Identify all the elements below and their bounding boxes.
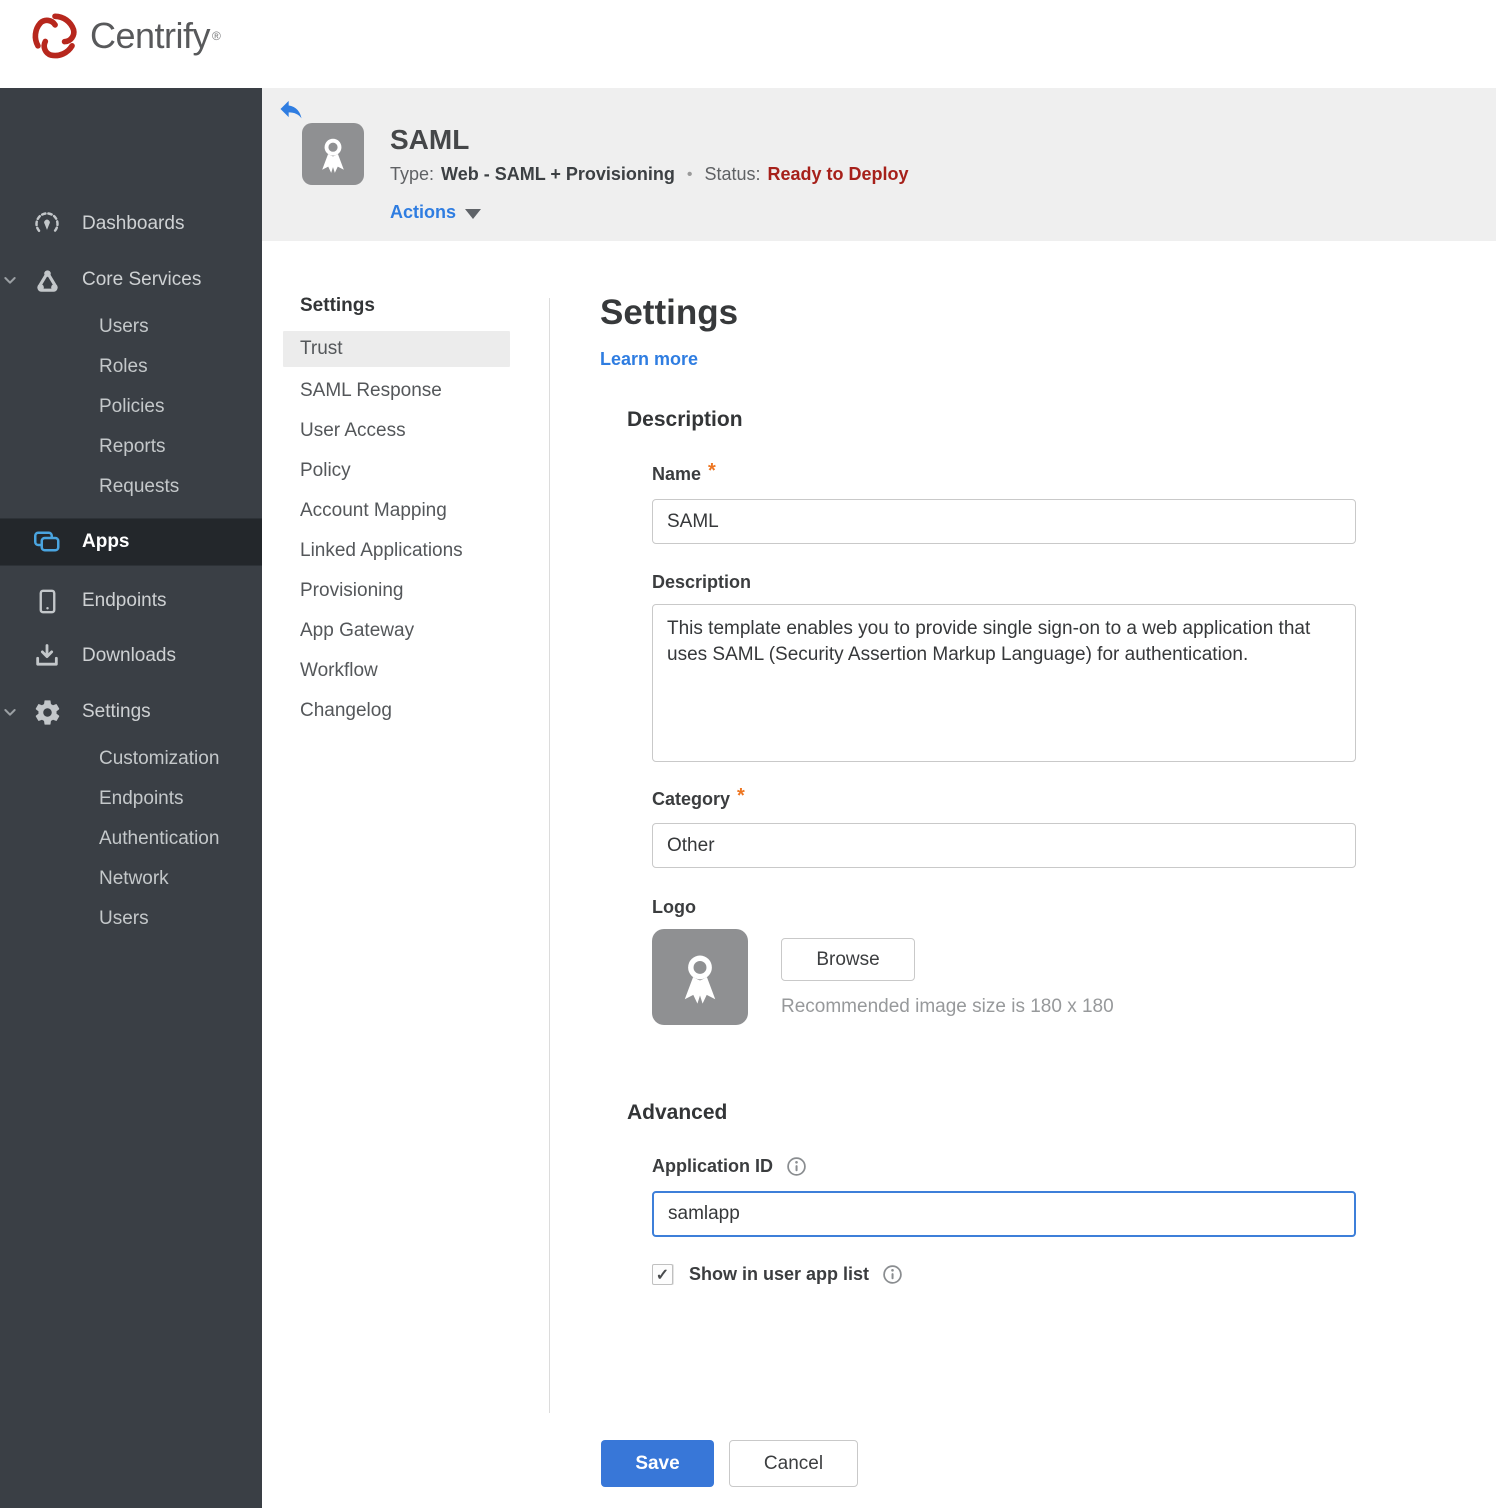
cancel-button[interactable]: Cancel [729, 1440, 858, 1487]
description-section-heading: Description [627, 408, 743, 431]
centrify-swirl-icon [32, 13, 77, 59]
sidebar-item-policies[interactable]: Policies [0, 387, 262, 427]
chevron-down-icon[interactable] [2, 272, 18, 288]
subnav-item-policy[interactable]: Policy [283, 451, 510, 491]
gauge-icon [31, 208, 63, 240]
apps-icon [31, 526, 63, 558]
sidebar: Dashboards Core Services Users Roles Pol… [0, 88, 262, 1508]
brand-trademark: ® [212, 29, 221, 43]
subnav-item-trust[interactable]: Trust [283, 331, 510, 367]
sidebar-item-customization[interactable]: Customization [0, 739, 262, 779]
required-marker: * [708, 460, 716, 482]
actions-label: Actions [390, 202, 457, 222]
sidebar-item-apps[interactable]: Apps [0, 518, 262, 566]
sidebar-item-settings[interactable]: Settings [0, 688, 262, 736]
download-icon [31, 640, 63, 672]
type-label: Type: [390, 164, 435, 184]
logo-size-hint: Recommended image size is 180 x 180 [781, 996, 1114, 1017]
show-in-user-app-list-checkbox[interactable]: ✓ [652, 1264, 673, 1285]
gear-icon [31, 696, 63, 728]
show-in-user-app-list-row: ✓ Show in user app list [652, 1264, 903, 1285]
core-services-icon [31, 264, 63, 296]
sidebar-item-users[interactable]: Users [0, 307, 262, 347]
subnav-item-workflow[interactable]: Workflow [283, 651, 510, 691]
required-marker: * [737, 785, 745, 807]
sidebar-item-dashboards[interactable]: Dashboards [0, 200, 262, 248]
ribbon-icon [322, 138, 344, 173]
info-icon[interactable] [786, 1156, 807, 1177]
name-field-label: Name * [652, 460, 716, 484]
status-value: Ready to Deploy [767, 164, 909, 184]
advanced-section-heading: Advanced [627, 1101, 728, 1124]
brand-logo: Centrify ® [28, 9, 221, 63]
subnav-item-provisioning[interactable]: Provisioning [283, 571, 510, 611]
app-meta: Type: Web - SAML + Provisioning • Status… [390, 164, 909, 185]
type-value: Web - SAML + Provisioning [441, 164, 675, 184]
brand-name: Centrify [90, 15, 211, 56]
app-title: SAML [390, 124, 470, 155]
sidebar-item-endpoints[interactable]: Endpoints [0, 577, 262, 625]
chevron-down-icon[interactable] [2, 704, 18, 720]
info-icon[interactable] [882, 1264, 903, 1285]
logo-field-label: Logo [652, 897, 696, 917]
device-icon [31, 585, 63, 617]
sidebar-item-network[interactable]: Network [0, 859, 262, 899]
sidebar-item-core-services[interactable]: Core Services [0, 256, 262, 304]
category-input[interactable] [652, 823, 1356, 868]
name-input[interactable] [652, 499, 1356, 544]
sidebar-item-settings-endpoints[interactable]: Endpoints [0, 779, 262, 819]
save-button[interactable]: Save [601, 1440, 714, 1487]
sidebar-item-requests[interactable]: Requests [0, 467, 262, 507]
settings-subnav: Settings Trust SAML Response User Access… [283, 295, 510, 731]
subnav-item-account-mapping[interactable]: Account Mapping [283, 491, 510, 531]
sidebar-item-settings-users[interactable]: Users [0, 899, 262, 939]
app-avatar [302, 123, 364, 185]
subnav-item-user-access[interactable]: User Access [283, 411, 510, 451]
meta-separator: • [686, 165, 693, 183]
subnav-item-saml-response[interactable]: SAML Response [283, 371, 510, 411]
description-field-label: Description [652, 572, 752, 592]
application-id-label: Application ID [652, 1156, 807, 1177]
logo-preview [652, 929, 748, 1025]
top-bar: Centrify ® [0, 0, 1496, 88]
app-header: SAML Type: Web - SAML + Provisioning • S… [262, 88, 1496, 241]
caret-down-icon [465, 208, 482, 219]
back-arrow-icon[interactable] [277, 95, 305, 123]
subnav-heading: Settings [300, 295, 375, 316]
subnav-item-app-gateway[interactable]: App Gateway [283, 611, 510, 651]
subnav-divider [549, 298, 550, 1413]
sidebar-item-downloads[interactable]: Downloads [0, 632, 262, 680]
page-title: Settings [600, 293, 739, 332]
ribbon-icon [684, 955, 716, 1004]
category-field-label: Category * [652, 785, 745, 809]
subnav-item-changelog[interactable]: Changelog [283, 691, 510, 731]
sidebar-item-reports[interactable]: Reports [0, 427, 262, 467]
actions-dropdown[interactable]: Actions [390, 202, 482, 223]
sidebar-item-authentication[interactable]: Authentication [0, 819, 262, 859]
subnav-item-linked-applications[interactable]: Linked Applications [283, 531, 510, 571]
learn-more-link[interactable]: Learn more [600, 349, 698, 370]
browse-button[interactable]: Browse [781, 938, 915, 981]
description-textarea[interactable]: This template enables you to provide sin… [652, 604, 1356, 762]
status-label: Status: [704, 164, 761, 184]
sidebar-item-roles[interactable]: Roles [0, 347, 262, 387]
application-id-input[interactable] [652, 1191, 1356, 1237]
show-in-user-app-list-label: Show in user app list [689, 1264, 870, 1284]
